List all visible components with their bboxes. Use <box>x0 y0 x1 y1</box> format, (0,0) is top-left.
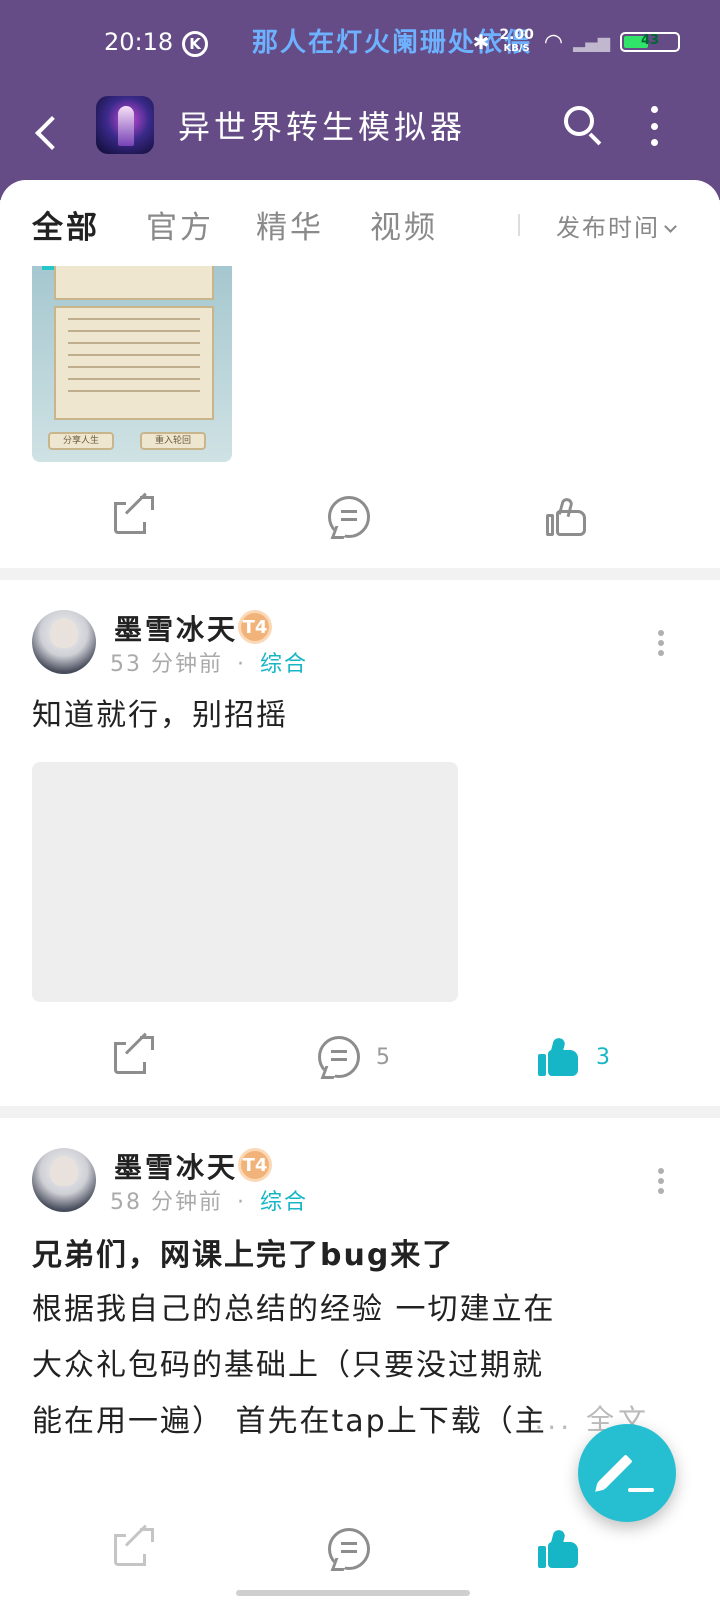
chevron-down-icon <box>664 220 677 233</box>
post-title[interactable]: 兄弟们，网课上完了bug来了 <box>32 1228 692 1284</box>
comment-button[interactable] <box>328 496 370 538</box>
meta-separator: · <box>237 1190 246 1215</box>
status-icons: ✱ 2.00 KB/S ◠ ▂▄▆ 43 <box>473 28 680 56</box>
level-badge: T4 <box>238 610 272 644</box>
post-card: 墨雪冰天 T4 58 分钟前 · 综合 兄弟们，网课上完了bug来了 根据我自己的总… <box>0 1118 720 1600</box>
share-button[interactable] <box>114 492 154 536</box>
app-title: 异世界转生模拟器 <box>178 108 467 146</box>
network-speed-value: 2.00 <box>499 27 534 43</box>
wifi-icon: ◠ <box>543 29 564 55</box>
content-panel: 全部 官方 精华 视频 发布时间 分享人生 重入轮回 墨雪冰天 T4 53 分钟… <box>0 180 720 1600</box>
like-icon <box>546 496 588 538</box>
sort-dropdown[interactable]: 发布时间 <box>556 208 677 243</box>
post-meta: 58 分钟前 · 综合 <box>110 1184 308 1216</box>
comment-count: 5 <box>376 1044 390 1070</box>
bluetooth-icon: ✱ <box>472 30 490 54</box>
comment-icon <box>328 496 370 538</box>
post-actions <box>0 1518 720 1578</box>
search-icon[interactable] <box>560 102 610 152</box>
post-image[interactable]: 分享人生 重入轮回 <box>32 266 232 462</box>
battery-icon: 43 <box>620 32 680 52</box>
like-button[interactable] <box>546 496 588 538</box>
post-meta: 53 分钟前 · 综合 <box>110 646 308 678</box>
like-icon <box>538 1036 580 1078</box>
more-icon[interactable] <box>642 106 666 146</box>
status-time: 20:18 <box>104 28 174 56</box>
share-icon <box>114 1524 154 1568</box>
network-speed-unit: KB/S <box>503 43 530 54</box>
share-icon <box>114 492 154 536</box>
post-content[interactable]: 知道就行，别招摇 <box>32 688 692 744</box>
k-app-icon: K <box>182 31 208 57</box>
avatar[interactable] <box>32 1148 96 1212</box>
comment-button[interactable]: 5 <box>318 1036 390 1078</box>
like-count: 3 <box>596 1044 610 1070</box>
header: 20:18 K 那人在灯火阑珊处依偎 ✱ 2.00 KB/S ◠ ▂▄▆ 43 … <box>0 0 720 200</box>
home-indicator[interactable] <box>236 1590 470 1596</box>
share-button[interactable] <box>114 1032 154 1076</box>
comment-button[interactable] <box>328 1528 370 1570</box>
post-actions <box>0 486 720 546</box>
thumb-share-button: 分享人生 <box>48 432 114 450</box>
level-badge: T4 <box>238 1148 272 1182</box>
comment-icon <box>318 1036 360 1078</box>
share-button[interactable] <box>114 1524 154 1568</box>
tab-divider <box>518 214 520 236</box>
tab-featured[interactable]: 精华 <box>256 202 324 247</box>
back-icon[interactable] <box>30 108 66 158</box>
like-icon <box>538 1528 580 1570</box>
avatar[interactable] <box>32 610 96 674</box>
author-name[interactable]: 墨雪冰天 <box>114 1146 238 1186</box>
sort-label: 发布时间 <box>556 214 660 242</box>
signal-icon: ▂▄▆ <box>573 32 610 52</box>
tab-official[interactable]: 官方 <box>146 202 214 247</box>
post-card: 墨雪冰天 T4 53 分钟前 · 综合 知道就行，别招摇 5 3 <box>0 580 720 1106</box>
tab-all[interactable]: 全部 <box>32 202 100 247</box>
edit-underline <box>628 1488 654 1492</box>
like-button[interactable]: 3 <box>538 1036 610 1078</box>
post-actions: 5 3 <box>0 1026 720 1086</box>
thumb-reincarnate-button: 重入轮回 <box>140 432 206 450</box>
tab-video[interactable]: 视频 <box>370 202 438 247</box>
post-card: 分享人生 重入轮回 <box>0 266 720 568</box>
app-bar: 异世界转生模拟器 <box>0 88 720 178</box>
comment-icon <box>328 1528 370 1570</box>
author-name[interactable]: 墨雪冰天 <box>114 608 238 648</box>
post-time: 53 分钟前 <box>110 652 223 677</box>
compose-button[interactable] <box>578 1424 676 1522</box>
like-button[interactable] <box>538 1528 580 1570</box>
post-category[interactable]: 综合 <box>260 1190 308 1215</box>
status-bar: 20:18 K 那人在灯火阑珊处依偎 ✱ 2.00 KB/S ◠ ▂▄▆ 43 <box>0 0 720 88</box>
battery-level: 43 <box>640 33 660 48</box>
post-category[interactable]: 综合 <box>260 652 308 677</box>
meta-separator: · <box>237 652 246 677</box>
tab-bar: 全部 官方 精华 视频 发布时间 <box>0 180 720 266</box>
post-image[interactable] <box>32 762 458 1002</box>
network-speed: 2.00 KB/S <box>499 28 534 56</box>
post-more-icon[interactable] <box>656 1168 666 1194</box>
post-more-icon[interactable] <box>656 630 666 656</box>
edit-icon <box>597 1454 633 1490</box>
game-icon[interactable] <box>96 96 154 154</box>
post-time: 58 分钟前 <box>110 1190 223 1215</box>
share-icon <box>114 1032 154 1076</box>
